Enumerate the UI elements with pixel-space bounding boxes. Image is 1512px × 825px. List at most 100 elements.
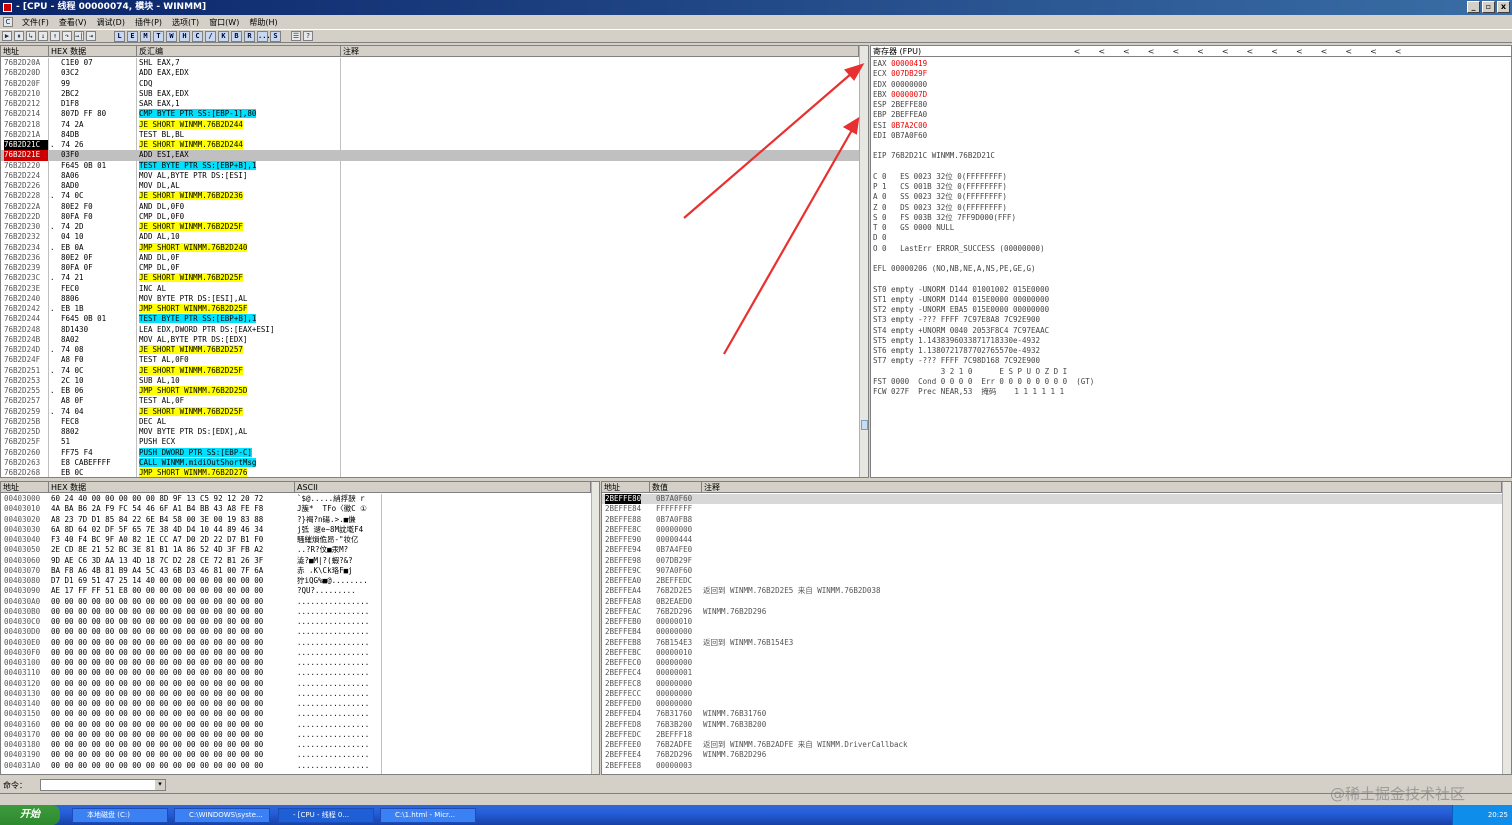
disasm-row[interactable]: 76B2D22A 80E2 F0 AND DL,0F0 (1, 202, 859, 212)
stack-row[interactable]: 2BEFFED4 76B31760 WINMM.76B31760 (602, 709, 1502, 719)
menu-options[interactable]: 选项(T) (167, 17, 204, 28)
disasm-row[interactable]: 76B2D228. 74 0C JE SHORT WINMM.76B2D236 (1, 191, 859, 201)
dump-address-header[interactable]: 地址 (1, 482, 49, 493)
stack-row[interactable]: 2BEFFEB4 00000000 (602, 627, 1502, 637)
registers-pane[interactable]: 寄存器 (FPU) <<<<<<<<<<<<<< EAX 00000419 ECX… (870, 45, 1512, 478)
disasm-row[interactable]: 76B2D226 8AD0 MOV DL,AL (1, 181, 859, 191)
memory-button[interactable]: M (140, 30, 151, 42)
register-line[interactable]: ESI 0B7A2C00 (873, 121, 927, 131)
disassembly-scrollbar[interactable] (859, 46, 868, 477)
register-line[interactable]: EBX 0000007D (873, 90, 927, 100)
taskbar-item-drive[interactable]: 本地磁盘 (C:) (72, 808, 168, 823)
list-icon[interactable]: ☰ (291, 31, 301, 41)
stack-row[interactable]: 2BEFFECC 00000000 (602, 689, 1502, 699)
stack-address-header[interactable]: 地址 (602, 482, 650, 493)
chevron-down-icon[interactable]: ▾ (155, 780, 165, 790)
register-line[interactable]: ST7 empty -??? FFFF 7C98D168 7C92E900 (873, 356, 1040, 366)
run-trace-button[interactable]: ... (257, 30, 271, 42)
handles-button[interactable]: H (179, 30, 190, 42)
run-icon[interactable]: ▶ (2, 31, 12, 41)
register-line[interactable]: D 0 (873, 233, 887, 243)
disasm-row[interactable]: 76B2D20F 99 CDQ (1, 79, 859, 89)
menu-file[interactable]: 文件(F) (17, 17, 54, 28)
taskbar-item-editor[interactable]: C:\1.html - Micr... (380, 808, 476, 823)
trace-over-icon[interactable]: ↷ (62, 31, 72, 41)
stack-row[interactable]: 2BEFFEC4 00000001 (602, 668, 1502, 678)
stack-row[interactable]: 2BEFFED8 76B3B200 WINMM.76B3B200 (602, 720, 1502, 730)
register-line[interactable]: FST 0000 Cond 0 0 0 0 Err 0 0 0 0 0 0 0 … (873, 377, 1094, 387)
menu-view[interactable]: 查看(V) (54, 17, 92, 28)
menu-plugins[interactable]: 插件(P) (130, 17, 167, 28)
stack-row[interactable]: 2BEFFE8C 00000000 (602, 525, 1502, 535)
register-line[interactable]: P 1 CS 001B 32位 0(FFFFFFFF) (873, 182, 1007, 192)
goto-icon[interactable]: ⇥ (86, 31, 96, 41)
disasm-row[interactable]: 76B2D251. 74 0C JE SHORT WINMM.76B2D25F (1, 365, 859, 376)
stack-row[interactable]: 2BEFFEBC 00000010 (602, 648, 1502, 658)
col-hex-header[interactable]: HEX 数据 (49, 46, 137, 57)
call-stack-button[interactable]: K (218, 30, 229, 42)
register-line[interactable]: EDX 00000000 (873, 80, 927, 90)
stack-row[interactable]: 2BEFFEAC 76B2D296 WINMM.76B2D296 (602, 607, 1502, 617)
cpu-button[interactable]: C (192, 30, 203, 42)
register-line[interactable]: FCW 027F Prec NEAR,53 掩码 1 1 1 1 1 1 (873, 387, 1064, 397)
col-address-header[interactable]: 地址 (1, 46, 49, 57)
register-line[interactable]: C 0 ES 0023 32位 0(FFFFFFFF) (873, 172, 1007, 182)
menu-help[interactable]: 帮助(H) (244, 17, 282, 28)
disasm-row[interactable]: 76B2D232 04 10 ADD AL,10 (1, 232, 859, 242)
stack-row[interactable]: 2BEFFE88 0B7A0FB8 (602, 515, 1502, 525)
step-into-icon[interactable]: ↳ (26, 31, 36, 41)
pause-icon[interactable]: ⏸ (14, 31, 24, 41)
register-line[interactable]: ST3 empty -??? FFFF 7C97E8A8 7C92E900 (873, 315, 1040, 325)
disasm-row[interactable]: 76B2D24D. 74 08 JE SHORT WINMM.76B2D257 (1, 345, 859, 355)
dump-ascii-header[interactable]: ASCII (295, 482, 591, 493)
register-line[interactable]: EDI 0B7A0F60 (873, 131, 927, 141)
disasm-row[interactable]: 76B2D220 F645 0B 01 TEST BYTE PTR SS:[EBP+… (1, 160, 859, 171)
taskbar-item-debugger[interactable]: - [CPU - 线程 0... (278, 808, 374, 823)
stack-row[interactable]: 2BEFFED0 00000000 (602, 699, 1502, 709)
stack-row[interactable]: 2BEFFE94 0B7A4FE0 (602, 545, 1502, 555)
stack-comment-header[interactable]: 注释 (702, 482, 1502, 493)
disasm-row[interactable]: 76B2D268 EB 0C JMP SHORT WINMM.76B2D276 (1, 468, 859, 477)
stack-row[interactable]: 2BEFFEB0 00000010 (602, 617, 1502, 627)
menu-debug[interactable]: 调试(D) (92, 17, 130, 28)
disasm-row[interactable]: 76B2D248 8D1430 LEA EDX,DWORD PTR DS:[EAX+… (1, 325, 859, 335)
trace-into-icon[interactable]: ↑ (50, 31, 60, 41)
stack-row[interactable]: 2BEFFE9C 907A0F60 (602, 566, 1502, 576)
disasm-row[interactable]: 76B2D20D 03C2 ADD EAX,EDX (1, 68, 859, 78)
execute-till-return-icon[interactable]: →| (74, 31, 84, 41)
register-lines[interactable]: EAX 00000419 ECX 007DB29F EDX 00000000 EBX … (873, 59, 1503, 477)
disasm-row[interactable]: 76B2D214 807D FF 80 CMP BYTE PTR SS:[EBP-1… (1, 109, 859, 119)
disasm-row[interactable]: 76B2D24B 8A02 MOV AL,BYTE PTR DS:[EDX] (1, 335, 859, 345)
help-icon[interactable]: ? (303, 31, 313, 41)
restore-button[interactable]: ▫ (1482, 1, 1495, 13)
stack-row[interactable]: 2BEFFEE8 00000003 (602, 761, 1502, 771)
register-line[interactable]: ST6 empty 1.1380721787702765570e-4932 (873, 346, 1040, 356)
stack-pane[interactable]: 地址 数值 注释 2BEFFE80 0B7A0F60 2BEFFE84 FFFFFFF… (601, 481, 1512, 775)
register-line[interactable]: Z 0 DS 0023 32位 0(FFFFFFFF) (873, 203, 1007, 213)
patches-button[interactable]: / (205, 30, 216, 42)
stack-row[interactable]: 2BEFFEDC 2BEFFF18 (602, 730, 1502, 740)
disasm-row[interactable]: 76B2D255. EB 06 JMP SHORT WINMM.76B2D25D (1, 386, 859, 396)
register-line[interactable]: ST0 empty -UNORM D144 01001002 015E0000 (873, 285, 1049, 295)
disasm-row[interactable]: 76B2D21E 03F0 ADD ESI,EAX (1, 150, 859, 161)
disasm-row[interactable]: 76B2D244 F645 0B 01 TEST BYTE PTR SS:[EBP+… (1, 314, 859, 324)
disasm-row[interactable]: 76B2D21A 84DB TEST BL,BL (1, 130, 859, 140)
stack-row[interactable]: 2BEFFEA8 0B2EAED0 (602, 597, 1502, 607)
taskbar-item-cmd[interactable]: C:\WINDOWS\syste... (174, 808, 270, 823)
minimize-button[interactable]: _ (1467, 1, 1480, 13)
menu-window[interactable]: 窗口(W) (204, 17, 244, 28)
references-button[interactable]: R (244, 30, 255, 42)
disassembly-rows[interactable]: 76B2D20A C1E0 07 SHL EAX,7 76B2D20D 03C2 ADD … (1, 58, 859, 477)
disasm-row[interactable]: 76B2D230. 74 2D JE SHORT WINMM.76B2D25F (1, 222, 859, 232)
disasm-row[interactable]: 76B2D218 74 2A JE SHORT WINMM.76B2D244 (1, 119, 859, 130)
disasm-row[interactable]: 76B2D240 8806 MOV BYTE PTR DS:[ESI],AL (1, 294, 859, 304)
stack-row[interactable]: 2BEFFEE4 76B2D296 WINMM.76B2D296 (602, 750, 1502, 760)
register-line[interactable]: EBP 2BEFFEA0 (873, 110, 927, 120)
dump-scrollbar[interactable] (591, 482, 599, 774)
register-line[interactable]: ST1 empty -UNORM D144 015E0000 00000000 (873, 295, 1049, 305)
register-line[interactable]: ESP 2BEFFE80 (873, 100, 927, 110)
source-button[interactable]: S (270, 30, 281, 42)
register-line[interactable]: ST4 empty +UNORM 0040 2053F8C4 7C97EAAC (873, 326, 1049, 336)
stack-row[interactable]: 2BEFFEB8 76B154E3 返回到 WINMM.76B154E3 (602, 638, 1502, 648)
register-line[interactable]: T 0 GS 0000 NULL (873, 223, 954, 233)
